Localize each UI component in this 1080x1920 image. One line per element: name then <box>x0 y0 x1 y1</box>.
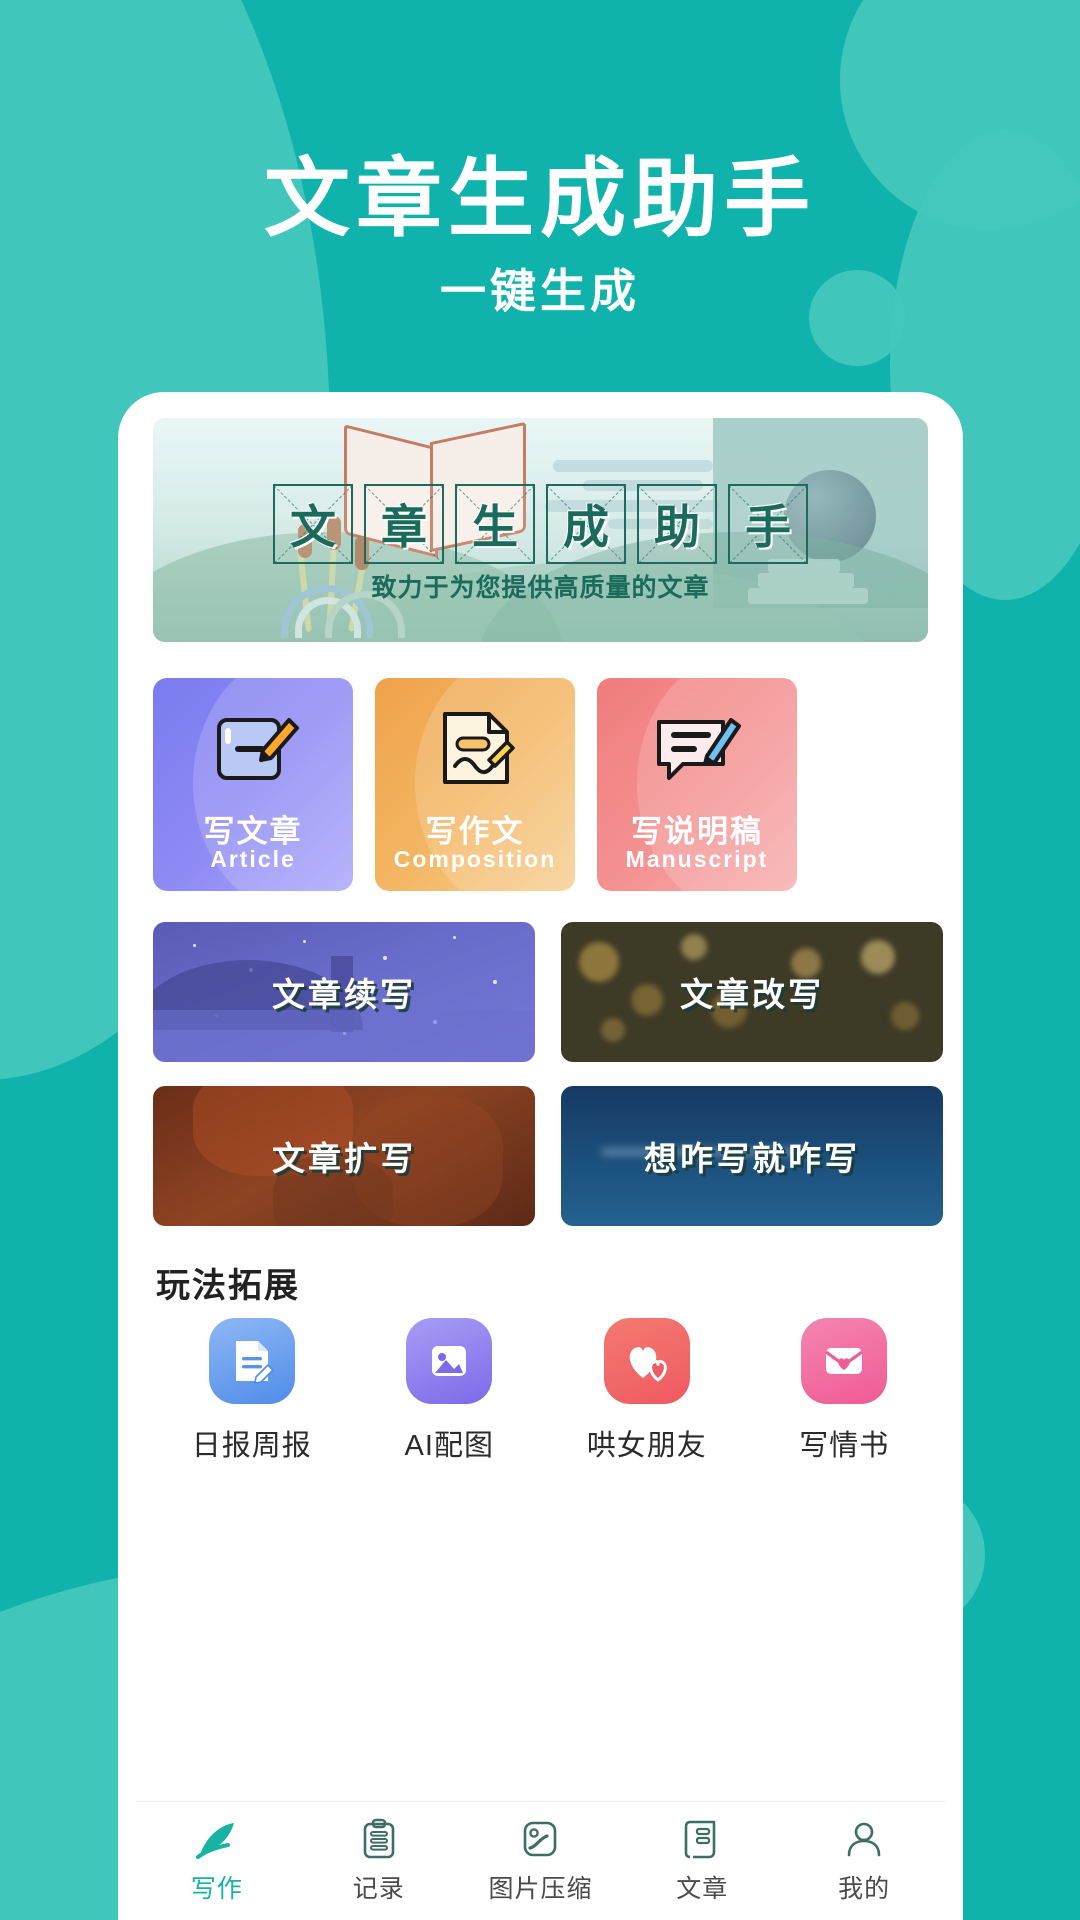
scroll-icon <box>681 1817 723 1861</box>
feature-card-title: 写作文 <box>425 814 525 849</box>
quick-action-ai-image[interactable]: AI配图 <box>351 1318 549 1464</box>
bottom-tab-bar: 写作 记录 图片压缩 文章 我的 <box>136 1801 945 1920</box>
image-card-continue[interactable]: 文章续写 <box>153 922 535 1062</box>
feature-card-composition[interactable]: 写作文 Composition <box>375 678 575 891</box>
banner-char: 章 <box>381 500 427 554</box>
tab-articles[interactable]: 文章 <box>621 1802 783 1920</box>
image-compress-icon <box>519 1817 561 1861</box>
quick-action-love-letter[interactable]: 写情书 <box>746 1318 944 1464</box>
tab-label: 我的 <box>838 1875 891 1903</box>
tab-writing[interactable]: 写作 <box>136 1802 298 1920</box>
document-pen-icon <box>375 700 575 796</box>
hearts-icon <box>603 1318 690 1404</box>
quick-action-girlfriend[interactable]: 哄女朋友 <box>548 1318 746 1464</box>
person-icon <box>843 1817 885 1861</box>
phone-screen: 文 章 生 成 助 手 致力于为您提供高质量的文章 写文章 Article 写作… <box>136 410 945 1920</box>
quick-action-row: 日报周报 AI配图 哄女朋友 写情书 <box>153 1318 943 1464</box>
love-letter-icon <box>801 1318 888 1404</box>
tab-profile[interactable]: 我的 <box>783 1802 945 1920</box>
hero-banner[interactable]: 文 章 生 成 助 手 致力于为您提供高质量的文章 <box>153 418 928 642</box>
page-subtitle: 一键生成 <box>440 264 640 318</box>
image-card-label: 想咋写就咋写 <box>644 1140 860 1177</box>
banner-char: 生 <box>472 500 518 554</box>
tab-records[interactable]: 记录 <box>298 1802 460 1920</box>
image-card-label: 文章扩写 <box>272 1140 416 1177</box>
banner-char: 助 <box>654 500 700 554</box>
image-card-grid: 文章续写 文章改写 文章扩写 想咋写就咋写 <box>153 922 943 1226</box>
speech-bubble-pen-icon <box>597 700 797 796</box>
feature-card-title: 写文章 <box>203 814 303 849</box>
tab-label: 写作 <box>190 1875 243 1903</box>
quick-action-daily-report[interactable]: 日报周报 <box>153 1318 351 1464</box>
image-icon <box>406 1318 493 1404</box>
feature-card-subtitle: Composition <box>393 846 557 872</box>
feature-card-row: 写文章 Article 写作文 Composition 写说明稿 Manuscr… <box>153 678 943 891</box>
banner-title-boxes: 文 章 生 成 助 手 <box>153 484 928 564</box>
cloud-shape <box>553 460 713 472</box>
image-card-freestyle[interactable]: 想咋写就咋写 <box>561 1086 943 1226</box>
quick-action-label: 写情书 <box>799 1430 890 1462</box>
tab-label: 记录 <box>352 1875 405 1903</box>
document-edit-icon <box>208 1318 295 1404</box>
banner-char: 文 <box>290 500 336 554</box>
feature-card-article[interactable]: 写文章 Article <box>153 678 353 891</box>
feature-card-manuscript[interactable]: 写说明稿 Manuscript <box>597 678 797 891</box>
section-title-extensions: 玩法拓展 <box>156 1267 300 1305</box>
banner-char: 成 <box>563 500 609 554</box>
image-card-label: 文章续写 <box>272 976 416 1013</box>
feature-card-title: 写说明稿 <box>631 814 763 849</box>
tab-label: 文章 <box>676 1875 729 1903</box>
clipboard-icon <box>358 1817 400 1861</box>
quick-action-label: AI配图 <box>404 1430 494 1462</box>
feather-icon <box>194 1817 240 1861</box>
banner-char-box: 手 <box>728 484 808 564</box>
phone-mockup: 文 章 生 成 助 手 致力于为您提供高质量的文章 写文章 Article 写作… <box>118 392 963 1920</box>
note-pencil-icon <box>153 700 353 796</box>
banner-char: 手 <box>745 500 791 554</box>
tab-image-compress[interactable]: 图片压缩 <box>460 1802 622 1920</box>
feature-card-subtitle: Manuscript <box>625 846 769 872</box>
tab-label: 图片压缩 <box>488 1875 593 1903</box>
feature-card-subtitle: Article <box>210 846 296 872</box>
image-card-rewrite[interactable]: 文章改写 <box>561 922 943 1062</box>
banner-tagline: 致力于为您提供高质量的文章 <box>371 574 710 602</box>
page-title: 文章生成助手 <box>264 149 816 249</box>
quick-action-label: 哄女朋友 <box>586 1430 707 1462</box>
quick-action-label: 日报周报 <box>191 1430 312 1462</box>
image-card-expand[interactable]: 文章扩写 <box>153 1086 535 1226</box>
image-card-label: 文章改写 <box>680 976 824 1013</box>
